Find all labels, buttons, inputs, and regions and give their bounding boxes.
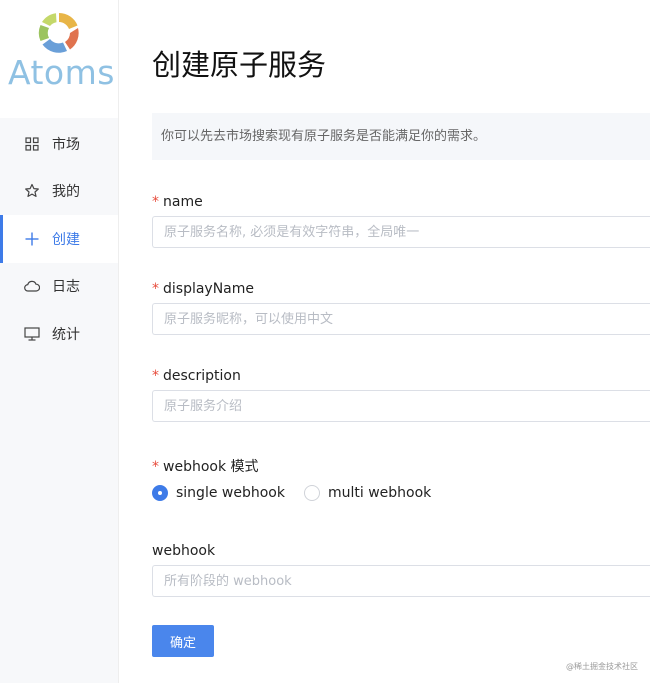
required-mark: * bbox=[152, 368, 159, 384]
radio-label: multi webhook bbox=[328, 485, 432, 501]
radio-unchecked-icon bbox=[304, 485, 320, 501]
multi-webhook-radio[interactable]: multi webhook bbox=[304, 485, 431, 501]
sidebar-item-market[interactable]: 市场 bbox=[0, 120, 118, 168]
display-name-input[interactable] bbox=[152, 303, 650, 335]
sidebar-item-logs[interactable]: 日志 bbox=[0, 263, 118, 311]
webhook-input[interactable] bbox=[152, 565, 650, 597]
radio-checked-icon bbox=[152, 485, 168, 501]
logo-text: Atoms bbox=[8, 53, 115, 92]
webhook-label-text: webhook bbox=[152, 543, 216, 559]
plus-icon bbox=[24, 231, 40, 247]
submit-button[interactable]: 确定 bbox=[152, 625, 214, 657]
sidebar: Atoms 市场 我的 创建 日志 统计 bbox=[0, 0, 119, 683]
sidebar-item-label: 市场 bbox=[52, 136, 80, 153]
display-name-label: * displayName bbox=[152, 281, 254, 297]
sidebar-nav: 市场 我的 创建 日志 统计 bbox=[0, 120, 118, 358]
sidebar-item-label: 创建 bbox=[52, 231, 80, 248]
name-input[interactable] bbox=[152, 216, 650, 248]
cloud-icon bbox=[24, 278, 40, 294]
grid-icon bbox=[24, 136, 40, 152]
webhook-mode-label-text: webhook 模式 bbox=[163, 459, 259, 475]
star-icon bbox=[24, 183, 40, 199]
sidebar-item-label: 我的 bbox=[52, 184, 80, 201]
watermark: @稀土掘金技术社区 bbox=[566, 662, 638, 671]
sidebar-item-label: 日志 bbox=[52, 279, 80, 296]
sidebar-item-label: 统计 bbox=[52, 326, 80, 343]
sidebar-item-stats[interactable]: 统计 bbox=[0, 310, 118, 358]
monitor-icon bbox=[24, 326, 40, 342]
sidebar-item-create[interactable]: 创建 bbox=[0, 215, 118, 263]
logo[interactable]: Atoms bbox=[0, 0, 118, 118]
description-input[interactable] bbox=[152, 390, 650, 422]
name-label-text: name bbox=[163, 194, 203, 210]
required-mark: * bbox=[152, 194, 159, 210]
webhook-label: webhook bbox=[152, 543, 215, 559]
single-webhook-radio[interactable]: single webhook bbox=[152, 485, 285, 501]
required-mark: * bbox=[152, 281, 159, 297]
radio-label: single webhook bbox=[176, 485, 285, 501]
display-name-label-text: displayName bbox=[163, 281, 255, 297]
required-mark: * bbox=[152, 459, 159, 475]
page-title: 创建原子服务 bbox=[152, 48, 327, 82]
webhook-mode-label: * webhook 模式 bbox=[152, 456, 259, 476]
atoms-logo-icon bbox=[38, 13, 79, 53]
info-tip: 你可以先去市场搜索现有原子服务是否能满足你的需求。 bbox=[152, 113, 650, 160]
description-label: * description bbox=[152, 368, 241, 384]
description-label-text: description bbox=[163, 368, 241, 384]
name-label: * name bbox=[152, 194, 203, 210]
sidebar-item-mine[interactable]: 我的 bbox=[0, 168, 118, 216]
